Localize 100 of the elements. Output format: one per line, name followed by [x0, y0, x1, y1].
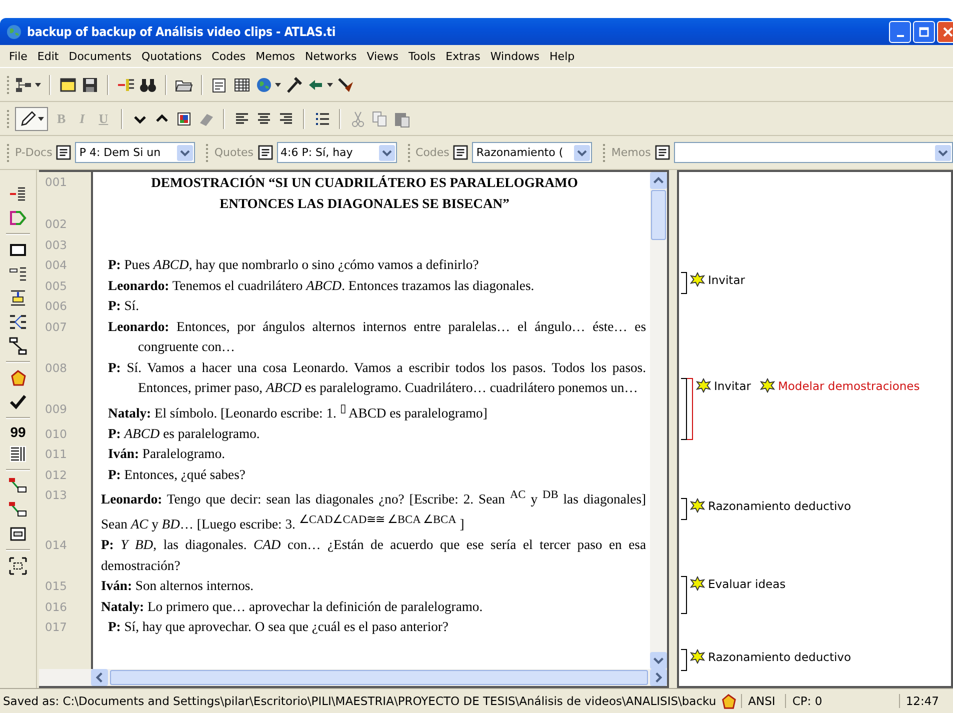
code-label[interactable]: Invitar: [690, 272, 745, 287]
maximize-icon: [918, 26, 930, 38]
dropdown-field[interactable]: 4:6 P: Sí, hay: [276, 142, 397, 163]
line-number: 009: [44, 400, 68, 418]
dropdown-field[interactable]: P 4: Dem Si un: [75, 142, 196, 163]
menu-item[interactable]: Tools: [404, 50, 441, 62]
scroll-up-icon[interactable]: [650, 172, 667, 189]
menu-item[interactable]: Windows: [485, 50, 545, 62]
scroll-thumb[interactable]: [110, 670, 648, 685]
hammer-icon[interactable]: [285, 76, 303, 94]
transcript-paragraph: Leonardo: Tenemos el cuadrilátero ABCD. Entonces trazamos las diagonales.: [107, 276, 536, 295]
line-number: 015: [44, 578, 68, 596]
pencil-icon: [19, 110, 37, 128]
hierarchy-icon[interactable]: [8, 312, 28, 332]
line-number: 014: [44, 537, 68, 554]
transcript-paragraph: Leonardo: Entonces, por ángulos alternos internos entre paralelas… el ángulo… éste… es congruente con…: [107, 318, 647, 356]
code-label[interactable]: Evaluar ideas: [690, 576, 786, 591]
code-label[interactable]: Razonamiento deductivo: [690, 649, 851, 664]
transcript-paragraph: Iván: Paralelogramo.: [107, 445, 226, 464]
toolbar-label: Codes: [416, 146, 450, 159]
transcript-paragraph: P: Sí.: [107, 297, 140, 315]
menu-item[interactable]: File: [4, 50, 32, 62]
transcript-paragraph: P: Entonces, ¿qué sabes?: [107, 466, 246, 484]
globe-icon[interactable]: [255, 76, 273, 94]
minimize-icon: [896, 34, 904, 36]
network-icon[interactable]: [15, 76, 33, 94]
document-icon[interactable]: [453, 145, 468, 160]
line-number: 012: [44, 466, 68, 484]
line-number: 008: [44, 360, 68, 376]
dropdown-arrow-icon: [38, 116, 44, 120]
quotation-bracket: [681, 649, 687, 671]
document-icon[interactable]: [8, 444, 28, 464]
line-number: 011: [44, 446, 68, 464]
horizontal-scrollbar[interactable]: [39, 669, 667, 686]
vertical-scrollbar[interactable]: [650, 172, 667, 669]
menu-item[interactable]: Memos: [250, 50, 300, 62]
document-icon[interactable]: [56, 145, 72, 160]
status-encoding: ANSI: [741, 694, 782, 708]
quotation-bracket: [681, 576, 687, 614]
maximize-button[interactable]: [913, 20, 935, 42]
status-time: 12:47: [898, 694, 953, 708]
menu-item[interactable]: Documents: [64, 50, 136, 62]
menu-item[interactable]: Codes: [206, 50, 251, 62]
status-codepage: CP: 0: [785, 694, 846, 708]
line-number: 016: [44, 598, 68, 616]
menu-item[interactable]: Help: [544, 50, 580, 62]
transcript-paragraph: P: ABCD es paralelogramo.: [107, 424, 261, 443]
line-number: 007: [44, 318, 68, 336]
scroll-left-icon[interactable]: [91, 669, 108, 686]
line-number: 002: [44, 216, 68, 233]
save-icon[interactable]: [81, 76, 99, 94]
code-icon: [690, 576, 705, 591]
table-icon[interactable]: [233, 76, 251, 94]
menu-item[interactable]: Extras: [440, 50, 486, 62]
dropdown-arrow-icon[interactable]: [327, 82, 333, 86]
menu-item[interactable]: Networks: [300, 50, 362, 62]
close-icon: [942, 26, 953, 38]
close-button[interactable]: [937, 20, 953, 42]
menu-item[interactable]: Quotations: [136, 50, 207, 62]
quote-count-button[interactable]: 99: [10, 424, 26, 440]
insert-icon[interactable]: [8, 288, 28, 308]
dropdown-arrow-icon[interactable]: [275, 82, 281, 86]
toolbar-label: Memos: [611, 146, 651, 159]
window-icon[interactable]: [59, 76, 77, 94]
menu-item[interactable]: Edit: [32, 50, 64, 62]
document-icon[interactable]: [258, 145, 273, 160]
line-number: 001: [44, 174, 68, 191]
code-label[interactable]: Modelar demostraciones: [760, 378, 920, 393]
fit-icon[interactable]: [8, 556, 28, 576]
code-label[interactable]: Invitar: [696, 378, 751, 393]
line-number: 006: [44, 298, 68, 315]
line-number: 013: [44, 487, 68, 504]
transcript-paragraph: P: Pues ABCD, hay que nombrarlo o sino ¿cómo vamos a definirlo?: [107, 256, 480, 274]
quotation-bracket: [681, 498, 687, 520]
minimize-button[interactable]: [889, 20, 911, 42]
pen-dropdown[interactable]: [15, 106, 48, 130]
line-number: 005: [44, 278, 68, 294]
connector-icon[interactable]: [8, 336, 28, 356]
scroll-right-icon[interactable]: [650, 669, 667, 686]
quotation-bracket: [681, 272, 687, 294]
toolbar-label: Quotes: [214, 146, 254, 159]
toolbar-label: P-Docs: [15, 146, 52, 159]
line-number: 017: [44, 619, 68, 636]
dropdown-arrow-icon[interactable]: [35, 82, 41, 86]
status-path: Saved as: C:\Documents and Settings\pilar\Escritorio\PILI\MAESTRIA\PROYECTO DE TESIS\Análisis de videos\ANALISIS\backu: [3, 694, 716, 708]
transcript-paragraph: Nataly: Lo primero que… aprovechar la definición de paralelogramo.: [100, 598, 484, 616]
scroll-thumb[interactable]: [651, 190, 666, 240]
dropdown-field[interactable]: Razonamiento (: [472, 142, 592, 163]
arrow-icon[interactable]: [337, 76, 355, 94]
color-icon[interactable]: [175, 110, 194, 128]
document-icon[interactable]: [654, 145, 670, 160]
scroll-down-icon[interactable]: [650, 652, 667, 669]
transcript-paragraph: P: Sí, hay que aprovechar. O sea que ¿cuál es el paso anterior?: [107, 618, 450, 636]
transcript-paragraph: P: Sí. Vamos a hacer una cosa Leonardo. Vamos a escribir todos los pasos. Todos los pasos. Entonces, primer paso, ABCD es paralelogramo. Cuadrilátero… cuadrilátero ponemos un…: [107, 358, 647, 397]
tag-icon[interactable]: [8, 208, 28, 228]
dropdown-field[interactable]: [674, 142, 953, 163]
window-title: backup of backup of Análisis video clips - ATLAS.ti: [27, 24, 336, 39]
code-label[interactable]: Razonamiento deductivo: [690, 498, 851, 513]
menu-item[interactable]: Views: [362, 50, 404, 62]
check-icon[interactable]: [8, 392, 28, 412]
